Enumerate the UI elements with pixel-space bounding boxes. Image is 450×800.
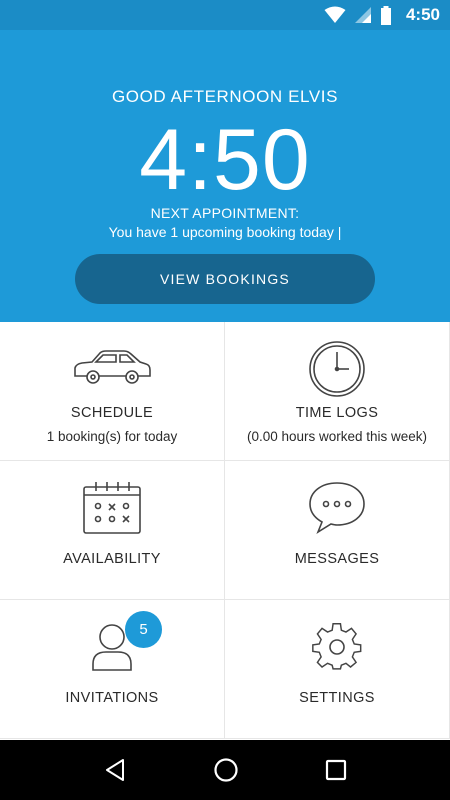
tile-messages[interactable]: MESSAGES bbox=[225, 461, 450, 600]
next-appointment-label: NEXT APPOINTMENT: bbox=[150, 205, 300, 221]
tile-settings[interactable]: SETTINGS bbox=[225, 600, 450, 739]
wifi-icon bbox=[324, 6, 346, 23]
calendar-icon bbox=[0, 479, 224, 537]
tile-title: SETTINGS bbox=[299, 690, 375, 706]
tile-title: INVITATIONS bbox=[65, 690, 159, 706]
tile-subtitle: 1 booking(s) for today bbox=[46, 429, 178, 444]
home-icon[interactable] bbox=[213, 757, 239, 783]
recents-icon[interactable] bbox=[325, 759, 347, 781]
signal-icon bbox=[354, 7, 371, 23]
car-icon bbox=[0, 340, 224, 398]
tile-title: SCHEDULE bbox=[70, 405, 154, 421]
tile-invitations[interactable]: 5 INVITATIONS bbox=[0, 600, 225, 739]
navigation-bar bbox=[0, 740, 450, 800]
back-icon[interactable] bbox=[103, 758, 127, 782]
person-icon bbox=[0, 618, 224, 676]
chat-icon bbox=[225, 479, 449, 537]
clock-display: 4:50 bbox=[139, 112, 311, 208]
tile-availability[interactable]: AVAILABILITY bbox=[0, 461, 225, 600]
gear-icon bbox=[225, 618, 449, 676]
menu-grid: SCHEDULE 1 booking(s) for today TIME LOG… bbox=[0, 322, 450, 740]
tile-time-logs[interactable]: TIME LOGS (0.00 hours worked this week) bbox=[225, 322, 450, 461]
tile-subtitle: (0.00 hours worked this week) bbox=[246, 429, 428, 444]
hero-panel: GOOD AFTERNOON ELVIS 4:50 NEXT APPOINTME… bbox=[0, 30, 450, 322]
clock-icon bbox=[225, 340, 449, 398]
status-time: 4:50 bbox=[405, 5, 440, 24]
tile-title: MESSAGES bbox=[294, 551, 380, 567]
greeting-text: GOOD AFTERNOON ELVIS bbox=[111, 87, 339, 106]
battery-icon bbox=[380, 5, 391, 25]
tile-schedule[interactable]: SCHEDULE 1 booking(s) for today bbox=[0, 322, 225, 461]
tile-title: TIME LOGS bbox=[295, 405, 379, 421]
view-bookings-button[interactable]: VIEW BOOKINGS bbox=[75, 254, 375, 304]
status-bar: 4:50 bbox=[0, 0, 450, 30]
tile-title: AVAILABILITY bbox=[63, 551, 161, 567]
next-appointment-text: You have 1 upcoming booking today | bbox=[108, 224, 342, 240]
invitations-badge: 5 bbox=[125, 611, 162, 648]
